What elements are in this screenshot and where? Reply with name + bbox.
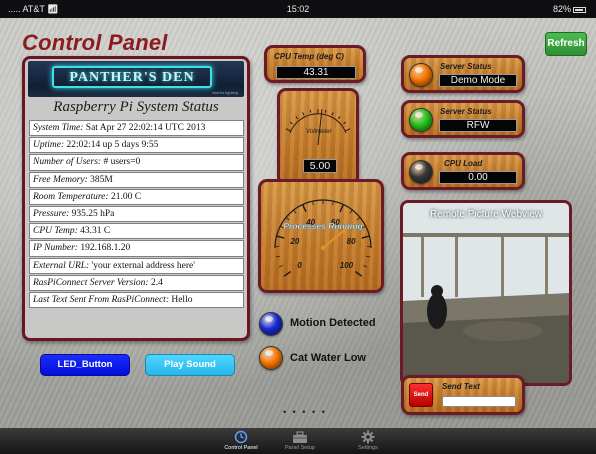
send-button[interactable]: Send	[409, 383, 433, 407]
status-row-label: Room Temperature:	[33, 191, 109, 202]
gear-icon	[361, 430, 375, 444]
banner-caption: interior lighting	[211, 90, 238, 95]
cpu-load-led	[409, 160, 433, 184]
clock-text: 15:02	[286, 4, 310, 14]
cpu-load-label: CPU Load	[444, 159, 483, 168]
server-status-label: Server Status	[440, 62, 492, 71]
voltmeter-widget: Voltmeter 5.00	[277, 88, 359, 186]
system-status-title: Raspberry Pi System Status	[53, 99, 219, 115]
status-row-label: External URL:	[33, 260, 90, 271]
gauge-tick-label: 0	[297, 261, 302, 270]
status-row-label: Last Text Sent From RasPiConnect:	[33, 294, 169, 305]
status-row-value: 22:02:14 up 5 days 9:55	[66, 140, 159, 151]
cpu-load-value: 0.00	[439, 171, 517, 184]
status-row-value: 21.00 C	[110, 191, 142, 202]
status-row-label: Free Memory:	[33, 174, 88, 185]
status-row-label: RasPiConnect Server Version:	[33, 277, 149, 288]
toolbox-icon	[293, 431, 307, 443]
status-row-value: # users=0	[103, 157, 141, 168]
webview-caption: Remote Picture Webview	[429, 209, 543, 220]
gauge-label: Processes Running	[283, 221, 363, 231]
cat-water-indicator-led	[259, 346, 283, 370]
voltmeter-needle	[317, 109, 323, 146]
voltmeter-dial: Voltmeter	[285, 109, 351, 146]
banner-sign-text: PANTHER'S DEN	[52, 66, 212, 88]
status-row: RasPiConnect Server Version: 2.4	[29, 274, 244, 291]
cpu-temp-value: 43.31	[276, 66, 356, 79]
server-status-rfw-widget: Server Status RFW	[401, 100, 525, 138]
status-row: Room Temperature: 21.00 C	[29, 188, 244, 205]
cpu-load-widget: CPU Load 0.00	[401, 152, 525, 190]
tab-bar: Control Panel Panel Setup Settings	[0, 428, 596, 454]
gauge-tick-label: 100	[340, 261, 354, 270]
status-row-value: Hello	[171, 294, 193, 305]
panthers-den-banner-image: PANTHER'S DEN interior lighting	[28, 61, 244, 97]
server-status-led-green	[409, 108, 433, 132]
page-title: Control Panel	[22, 30, 168, 55]
voltmeter-label: Voltmeter	[306, 129, 332, 135]
gauge-tick-label: 80	[347, 237, 356, 246]
cpu-temp-label: CPU Temp (deg C)	[274, 52, 344, 61]
status-row-label: Uptime:	[33, 140, 65, 151]
send-text-label: Send Text	[442, 382, 480, 391]
status-row: IP Number: 192.168.1.20	[29, 240, 244, 257]
cpu-temp-widget: CPU Temp (deg C) 43.31	[264, 45, 366, 83]
status-row-value: 192.168.1.20	[80, 243, 131, 254]
status-row-value: 'your external address here'	[91, 260, 195, 271]
status-row-label: IP Number:	[33, 243, 78, 254]
tab-panel-setup[interactable]: Panel Setup	[265, 430, 335, 451]
motion-indicator-led	[259, 312, 283, 336]
status-row: Number of Users: # users=0	[29, 154, 244, 171]
clock-icon	[234, 430, 248, 444]
server-status-demo-widget: Server Status Demo Mode	[401, 55, 525, 93]
led-button[interactable]: LED_Button	[40, 354, 130, 376]
status-row-value: 2.4	[150, 277, 163, 288]
server-status-label-2: Server Status	[440, 107, 492, 116]
refresh-button[interactable]: Refresh	[545, 32, 587, 56]
status-row-value: Sat Apr 27 22:02:14 UTC 2013	[85, 123, 206, 133]
remote-picture-webview[interactable]: Remote Picture Webview	[400, 200, 572, 386]
cat-water-low-label: Cat Water Low	[290, 352, 366, 364]
tab-settings[interactable]: Settings	[333, 430, 403, 451]
status-row-label: CPU Temp:	[33, 226, 78, 237]
status-row-value: 43.31 C	[80, 226, 111, 237]
status-row-label: System Time:	[33, 123, 84, 133]
play-sound-button[interactable]: Play Sound	[145, 354, 235, 376]
tab-label-control-panel: Control Panel	[224, 445, 258, 451]
status-row: Free Memory: 385M	[29, 171, 244, 188]
gauge-tick-label: 20	[289, 237, 299, 246]
status-row-label: Pressure:	[33, 208, 70, 219]
status-row: System Time: Sat Apr 27 22:02:14 UTC 201…	[29, 120, 244, 137]
tab-label-settings: Settings	[358, 445, 378, 451]
battery-icon	[573, 7, 586, 13]
status-row-value: 935.25 hPa	[71, 208, 115, 219]
send-text-input[interactable]	[442, 396, 516, 407]
status-row-value: 385M	[90, 174, 113, 185]
page-indicator-dots[interactable]: • • • • •	[283, 407, 327, 417]
status-row: Pressure: 935.25 hPa	[29, 205, 244, 223]
server-status-value-2: RFW	[439, 119, 517, 132]
control-panel-stage: Control Panel Refresh PANTHER'S DEN inte…	[0, 18, 596, 428]
status-rows: System Time: Sat Apr 27 22:02:14 UTC 201…	[29, 120, 244, 309]
status-row: Last Text Sent From RasPiConnect: Hello	[29, 291, 244, 309]
status-row: External URL: 'your external address her…	[29, 257, 244, 274]
server-status-led-orange	[409, 63, 433, 87]
status-bar: ..... AT&T 📶︎ 15:02 82%	[0, 0, 596, 18]
status-row: Uptime: 22:02:14 up 5 days 9:55	[29, 137, 244, 154]
motion-detected-label: Motion Detected	[290, 317, 376, 329]
processes-gauge-widget: 0 20 40 60 80 100 Processes Running	[258, 179, 384, 293]
webcam-image	[403, 203, 569, 383]
status-row: CPU Temp: 43.31 C	[29, 223, 244, 240]
system-status-panel: PANTHER'S DEN interior lighting Raspberr…	[22, 56, 250, 341]
voltmeter-value: 5.00	[303, 159, 337, 173]
server-status-value: Demo Mode	[439, 74, 517, 87]
tab-label-panel-setup: Panel Setup	[285, 445, 315, 451]
battery-indicator: 82%	[553, 4, 586, 14]
processes-gauge-dial: 02040 6080100 Processes Running	[274, 199, 372, 277]
send-text-widget: Send Send Text	[401, 375, 525, 415]
status-row-label: Number of Users:	[33, 157, 102, 168]
